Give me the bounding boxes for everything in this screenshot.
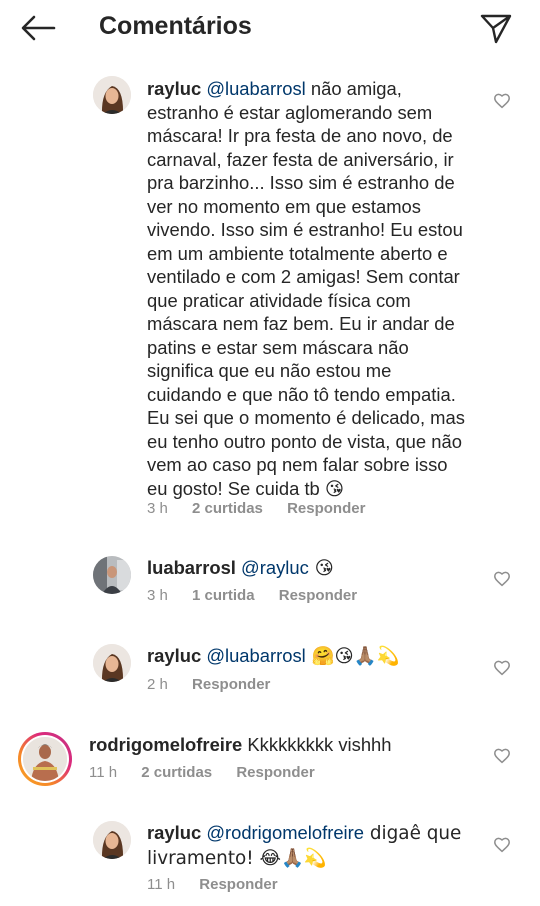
avatar[interactable] (93, 644, 131, 682)
reply-button[interactable]: Responder (199, 876, 277, 893)
comment-body: 😘 (308, 558, 334, 579)
comment-body: Kkkkkkkkk vishhh (242, 734, 392, 755)
avatar[interactable] (93, 76, 131, 114)
comment-time: 2 h (147, 676, 168, 693)
comment-meta: 2 h Responder (147, 676, 290, 693)
page-title: Comentários (99, 12, 252, 40)
comment-username[interactable]: luabarrosl (147, 557, 236, 578)
avatar[interactable] (93, 821, 131, 859)
heart-outline-icon[interactable] (493, 836, 511, 854)
heart-outline-icon[interactable] (493, 570, 511, 588)
avatar (23, 737, 67, 781)
comment-meta: 3 h 2 curtidas Responder (147, 500, 385, 517)
comment-mention[interactable]: @rayluc (241, 557, 309, 578)
comment-text: rodrigomelofreire Kkkkkkkkk vishhh (89, 733, 469, 757)
comment-text: rayluc @luabarrosl não amiga, estranho é… (147, 77, 467, 500)
reply-button[interactable]: Responder (192, 676, 270, 693)
comment-time: 11 h (147, 876, 176, 893)
header-bar: Comentários (0, 0, 540, 56)
reply-button[interactable]: Responder (279, 587, 357, 604)
heart-outline-icon[interactable] (493, 747, 511, 765)
heart-outline-icon[interactable] (493, 92, 511, 110)
comment-time: 3 h (147, 500, 168, 517)
comment-time: 3 h (147, 587, 168, 604)
arrow-left-icon (21, 15, 56, 41)
comment-meta: 11 h Responder (147, 876, 298, 893)
likes-count-button[interactable]: 1 curtida (192, 587, 255, 604)
reply-button[interactable]: Responder (287, 500, 365, 517)
avatar[interactable] (93, 556, 131, 594)
comment-mention[interactable]: @luabarrosl (206, 645, 305, 666)
story-ring[interactable] (18, 732, 72, 786)
comment-username[interactable]: rayluc (147, 822, 201, 843)
back-button[interactable] (18, 12, 58, 44)
comment-username[interactable]: rodrigomelofreire (89, 734, 242, 755)
comment-text: rayluc @rodrigomelofreire digaê que livr… (147, 821, 477, 870)
comment-body: 🤗😘🙏🏽💫 (305, 646, 400, 667)
comment-username[interactable]: rayluc (147, 645, 201, 666)
likes-count-button[interactable]: 2 curtidas (192, 500, 263, 517)
comment-body: não amiga, estranho é estar aglomerando … (147, 78, 465, 499)
comment-username[interactable]: rayluc (147, 78, 201, 99)
comment-text: rayluc @luabarrosl 🤗😘🙏🏽💫 (147, 644, 467, 669)
comment-text: luabarrosl @rayluc 😘 (147, 556, 467, 581)
comment-mention[interactable]: @luabarrosl (206, 78, 305, 99)
likes-count-button[interactable]: 2 curtidas (141, 764, 212, 781)
comment-meta: 11 h 2 curtidas Responder (89, 764, 335, 781)
comment-time: 11 h (89, 764, 118, 781)
send-button[interactable] (478, 10, 514, 46)
reply-button[interactable]: Responder (236, 764, 314, 781)
comment-meta: 3 h 1 curtida Responder (147, 587, 377, 604)
paper-plane-icon (480, 14, 512, 44)
heart-outline-icon[interactable] (493, 659, 511, 677)
comment-mention[interactable]: @rodrigomelofreire (206, 822, 364, 843)
